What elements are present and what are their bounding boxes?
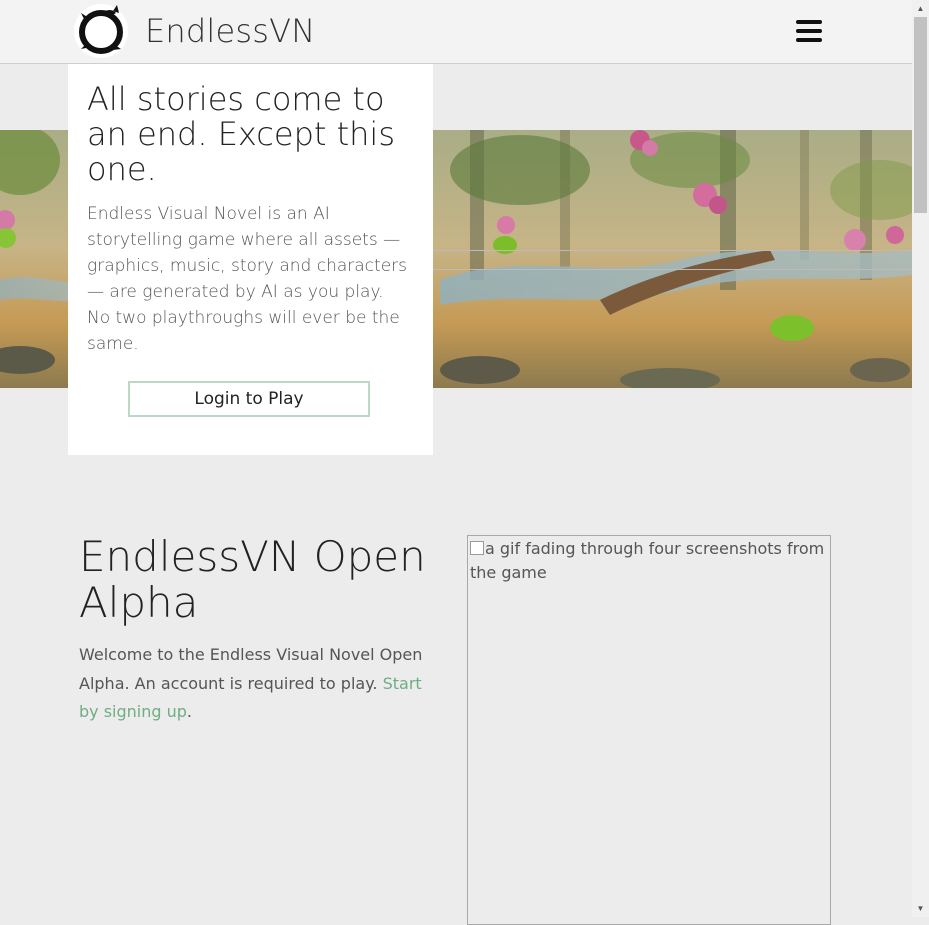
hero-card: All stories come to an end. Except this … [68, 64, 433, 455]
scrollbar-thumb[interactable] [914, 17, 927, 213]
hero-description-tagline: No two playthroughs will ever be the sam… [87, 308, 400, 354]
broken-image-placeholder [370, 250, 913, 270]
login-to-play-button[interactable]: Login to Play [128, 381, 370, 417]
vertical-scrollbar[interactable]: ▲ ▼ [912, 0, 929, 917]
hero-description-main: Endless Visual Novel is an AI storytelli… [87, 204, 408, 302]
scroll-down-arrow-icon[interactable]: ▼ [912, 900, 929, 917]
alpha-section-title: EndlessVN Open Alpha [79, 532, 426, 627]
ouroboros-logo-icon[interactable] [73, 3, 129, 59]
hero-title: All stories come to an end. Except this … [87, 80, 395, 188]
alpha-text-end: . [186, 702, 193, 721]
site-header: EndlessVN [0, 0, 913, 64]
gif-alt-text: a gif fading through four screenshots fr… [470, 539, 825, 582]
brand-name[interactable]: EndlessVN [145, 12, 315, 50]
hero-description: Endless Visual Novel is an AI storytelli… [87, 201, 422, 357]
alpha-section-text: Welcome to the Endless Visual Novel Open… [79, 641, 439, 727]
scroll-up-arrow-icon[interactable]: ▲ [912, 0, 929, 17]
screenshots-gif-image: a gif fading through four screenshots fr… [467, 535, 831, 925]
hamburger-menu-icon[interactable] [796, 20, 822, 42]
alpha-intro-text: Welcome to the Endless Visual Novel Open… [79, 645, 423, 693]
broken-image-icon [470, 541, 484, 555]
